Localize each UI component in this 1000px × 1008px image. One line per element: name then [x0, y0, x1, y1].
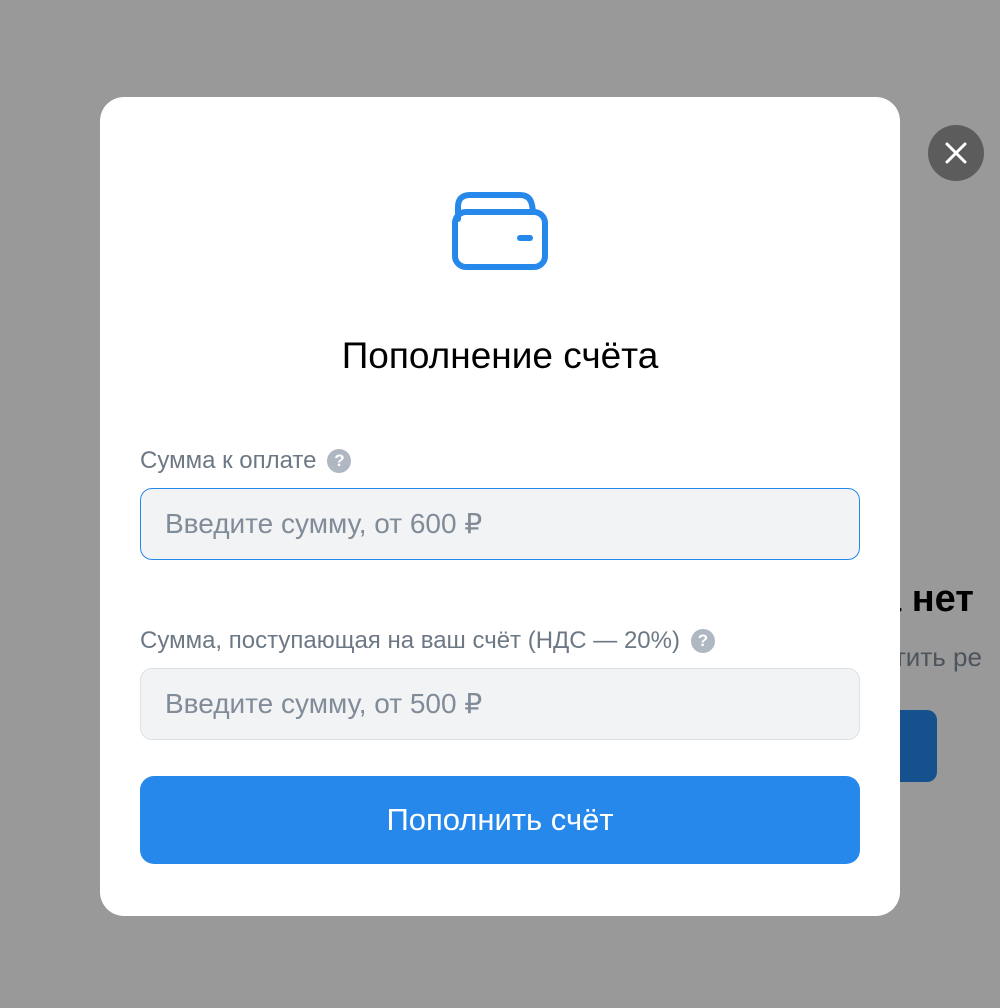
top-up-button[interactable]: Пополнить счёт [140, 776, 860, 864]
close-button[interactable] [928, 125, 984, 181]
amount-field-label: Сумма к оплате ? [140, 447, 352, 475]
modal-title: Пополнение счёта [341, 335, 659, 376]
received-field-label-text: Сумма, поступающая на ваш счёт (НДС — 20… [140, 627, 680, 654]
amount-input[interactable] [140, 488, 860, 560]
wallet-icon [452, 192, 548, 270]
help-icon[interactable]: ? [327, 449, 352, 473]
amount-field-label-text: Сумма к оплате [140, 447, 317, 474]
received-amount-input[interactable] [140, 668, 860, 740]
received-field-label: Сумма, поступающая на ваш счёт (НДС — 20… [140, 627, 715, 655]
top-up-modal: Пополнение счёта Сумма к оплате ? Сумма,… [100, 97, 900, 916]
help-icon[interactable]: ? [691, 629, 715, 653]
close-icon [945, 142, 967, 164]
